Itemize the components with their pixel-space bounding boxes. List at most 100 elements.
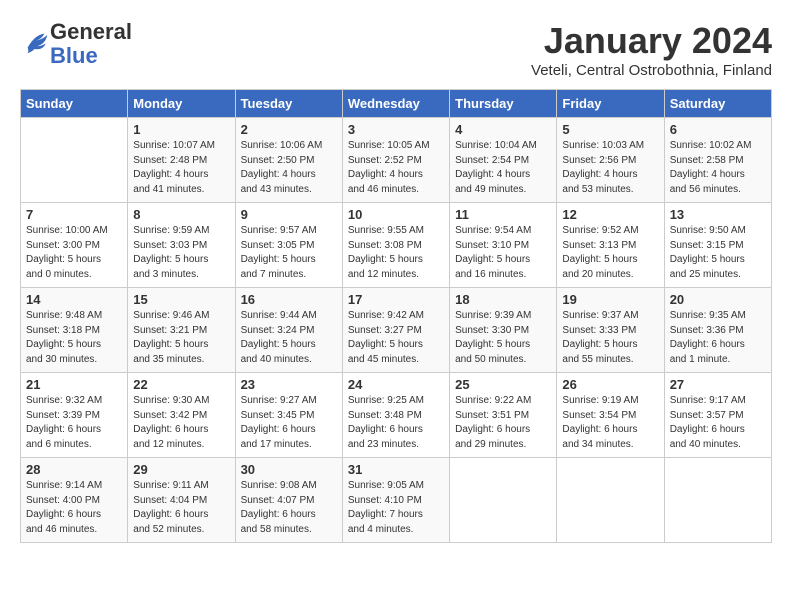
calendar-header-row: SundayMondayTuesdayWednesdayThursdayFrid… xyxy=(21,90,772,118)
day-number: 19 xyxy=(562,292,658,307)
day-number: 1 xyxy=(133,122,229,137)
logo: General Blue xyxy=(20,20,132,68)
calendar-cell: 5 Sunrise: 10:03 AM Sunset: 2:56 PM Dayli… xyxy=(557,118,664,203)
day-number: 16 xyxy=(241,292,337,307)
calendar-cell: 22 Sunrise: 9:30 AM Sunset: 3:42 PM Dayli… xyxy=(128,373,235,458)
day-info: Sunrise: 9:59 AM Sunset: 3:03 PM Dayligh… xyxy=(133,224,229,282)
day-info: Sunrise: 9:39 AM Sunset: 3:30 PM Dayligh… xyxy=(455,309,551,367)
calendar-cell: 7 Sunrise: 10:00 AM Sunset: 3:00 PM Dayli… xyxy=(21,203,128,288)
day-number: 12 xyxy=(562,207,658,222)
day-number: 7 xyxy=(26,207,122,222)
calendar-week-row: 21 Sunrise: 9:32 AM Sunset: 3:39 PM Dayli… xyxy=(21,373,772,458)
day-header-wednesday: Wednesday xyxy=(342,90,449,118)
day-number: 15 xyxy=(133,292,229,307)
day-info: Sunrise: 9:19 AM Sunset: 3:54 PM Dayligh… xyxy=(562,394,658,452)
day-number: 26 xyxy=(562,377,658,392)
day-number: 5 xyxy=(562,122,658,137)
calendar-cell: 17 Sunrise: 9:42 AM Sunset: 3:27 PM Dayli… xyxy=(342,288,449,373)
day-info: Sunrise: 9:25 AM Sunset: 3:48 PM Dayligh… xyxy=(348,394,444,452)
logo-text: General Blue xyxy=(50,20,132,68)
day-info: Sunrise: 10:03 AM Sunset: 2:56 PM Daylig… xyxy=(562,139,658,197)
day-info: Sunrise: 9:42 AM Sunset: 3:27 PM Dayligh… xyxy=(348,309,444,367)
calendar-cell: 29Sunrise: 9:11 AM Sunset: 4:04 PM Dayli… xyxy=(128,458,235,543)
day-number: 9 xyxy=(241,207,337,222)
calendar-cell: 30 Sunrise: 9:08 AM Sunset: 4:07 PM Dayli… xyxy=(235,458,342,543)
day-info: Sunrise: 9:50 AM Sunset: 3:15 PM Dayligh… xyxy=(670,224,766,282)
logo-bird-icon xyxy=(22,28,50,56)
day-header-saturday: Saturday xyxy=(664,90,771,118)
calendar-cell xyxy=(450,458,557,543)
logo-general: General xyxy=(50,19,132,44)
day-info: Sunrise: 10:02 AM Sunset: 2:58 PM Daylig… xyxy=(670,139,766,197)
calendar-cell: 3 Sunrise: 10:05 AM Sunset: 2:52 PM Dayli… xyxy=(342,118,449,203)
calendar-body: 1Sunrise: 10:07 AM Sunset: 2:48 PM Dayli… xyxy=(21,118,772,543)
day-info: Sunrise: 9:14 AM Sunset: 4:00 PM Dayligh… xyxy=(26,479,122,537)
day-number: 8 xyxy=(133,207,229,222)
day-info: Sunrise: 9:57 AM Sunset: 3:05 PM Dayligh… xyxy=(241,224,337,282)
location-title: Veteli, Central Ostrobothnia, Finland xyxy=(531,62,772,79)
day-info: Sunrise: 9:35 AM Sunset: 3:36 PM Dayligh… xyxy=(670,309,766,367)
day-number: 28 xyxy=(26,462,122,477)
calendar-cell: 23Sunrise: 9:27 AM Sunset: 3:45 PM Dayli… xyxy=(235,373,342,458)
day-number: 23 xyxy=(241,377,337,392)
day-info: Sunrise: 9:17 AM Sunset: 3:57 PM Dayligh… xyxy=(670,394,766,452)
calendar-cell: 6 Sunrise: 10:02 AM Sunset: 2:58 PM Dayli… xyxy=(664,118,771,203)
calendar-cell: 18Sunrise: 9:39 AM Sunset: 3:30 PM Dayli… xyxy=(450,288,557,373)
calendar-cell: 1Sunrise: 10:07 AM Sunset: 2:48 PM Dayli… xyxy=(128,118,235,203)
day-info: Sunrise: 10:06 AM Sunset: 2:50 PM Daylig… xyxy=(241,139,337,197)
day-info: Sunrise: 9:05 AM Sunset: 4:10 PM Dayligh… xyxy=(348,479,444,537)
day-header-tuesday: Tuesday xyxy=(235,90,342,118)
day-header-friday: Friday xyxy=(557,90,664,118)
day-info: Sunrise: 9:08 AM Sunset: 4:07 PM Dayligh… xyxy=(241,479,337,537)
day-number: 4 xyxy=(455,122,551,137)
day-number: 13 xyxy=(670,207,766,222)
day-number: 17 xyxy=(348,292,444,307)
day-number: 20 xyxy=(670,292,766,307)
page-header: General Blue January 2024 Veteli, Centra… xyxy=(20,20,772,79)
day-info: Sunrise: 9:44 AM Sunset: 3:24 PM Dayligh… xyxy=(241,309,337,367)
day-number: 2 xyxy=(241,122,337,137)
calendar-cell xyxy=(664,458,771,543)
calendar-cell: 20 Sunrise: 9:35 AM Sunset: 3:36 PM Dayli… xyxy=(664,288,771,373)
calendar-cell: 27 Sunrise: 9:17 AM Sunset: 3:57 PM Dayli… xyxy=(664,373,771,458)
day-info: Sunrise: 9:48 AM Sunset: 3:18 PM Dayligh… xyxy=(26,309,122,367)
calendar-cell: 26 Sunrise: 9:19 AM Sunset: 3:54 PM Dayli… xyxy=(557,373,664,458)
calendar-week-row: 1Sunrise: 10:07 AM Sunset: 2:48 PM Dayli… xyxy=(21,118,772,203)
calendar-cell: 24Sunrise: 9:25 AM Sunset: 3:48 PM Dayli… xyxy=(342,373,449,458)
day-number: 14 xyxy=(26,292,122,307)
calendar-cell: 11Sunrise: 9:54 AM Sunset: 3:10 PM Dayli… xyxy=(450,203,557,288)
calendar-cell: 14 Sunrise: 9:48 AM Sunset: 3:18 PM Dayli… xyxy=(21,288,128,373)
day-number: 27 xyxy=(670,377,766,392)
calendar-cell xyxy=(21,118,128,203)
calendar-cell: 10Sunrise: 9:55 AM Sunset: 3:08 PM Dayli… xyxy=(342,203,449,288)
calendar-cell xyxy=(557,458,664,543)
calendar-week-row: 7 Sunrise: 10:00 AM Sunset: 3:00 PM Dayli… xyxy=(21,203,772,288)
calendar-cell: 4 Sunrise: 10:04 AM Sunset: 2:54 PM Dayli… xyxy=(450,118,557,203)
day-info: Sunrise: 9:52 AM Sunset: 3:13 PM Dayligh… xyxy=(562,224,658,282)
day-info: Sunrise: 9:32 AM Sunset: 3:39 PM Dayligh… xyxy=(26,394,122,452)
day-info: Sunrise: 10:04 AM Sunset: 2:54 PM Daylig… xyxy=(455,139,551,197)
day-header-thursday: Thursday xyxy=(450,90,557,118)
logo-blue: Blue xyxy=(50,43,98,68)
day-number: 11 xyxy=(455,207,551,222)
calendar-cell: 28 Sunrise: 9:14 AM Sunset: 4:00 PM Dayli… xyxy=(21,458,128,543)
calendar-cell: 21 Sunrise: 9:32 AM Sunset: 3:39 PM Dayli… xyxy=(21,373,128,458)
day-info: Sunrise: 9:55 AM Sunset: 3:08 PM Dayligh… xyxy=(348,224,444,282)
day-number: 3 xyxy=(348,122,444,137)
day-number: 22 xyxy=(133,377,229,392)
calendar-week-row: 28 Sunrise: 9:14 AM Sunset: 4:00 PM Dayli… xyxy=(21,458,772,543)
calendar-cell: 12 Sunrise: 9:52 AM Sunset: 3:13 PM Dayli… xyxy=(557,203,664,288)
day-info: Sunrise: 10:05 AM Sunset: 2:52 PM Daylig… xyxy=(348,139,444,197)
day-info: Sunrise: 10:00 AM Sunset: 3:00 PM Daylig… xyxy=(26,224,122,282)
day-number: 29 xyxy=(133,462,229,477)
calendar-cell: 31Sunrise: 9:05 AM Sunset: 4:10 PM Dayli… xyxy=(342,458,449,543)
day-header-sunday: Sunday xyxy=(21,90,128,118)
calendar-week-row: 14 Sunrise: 9:48 AM Sunset: 3:18 PM Dayli… xyxy=(21,288,772,373)
day-number: 21 xyxy=(26,377,122,392)
day-number: 30 xyxy=(241,462,337,477)
day-header-monday: Monday xyxy=(128,90,235,118)
day-number: 6 xyxy=(670,122,766,137)
calendar-cell: 8 Sunrise: 9:59 AM Sunset: 3:03 PM Daylig… xyxy=(128,203,235,288)
day-info: Sunrise: 9:30 AM Sunset: 3:42 PM Dayligh… xyxy=(133,394,229,452)
day-info: Sunrise: 9:37 AM Sunset: 3:33 PM Dayligh… xyxy=(562,309,658,367)
